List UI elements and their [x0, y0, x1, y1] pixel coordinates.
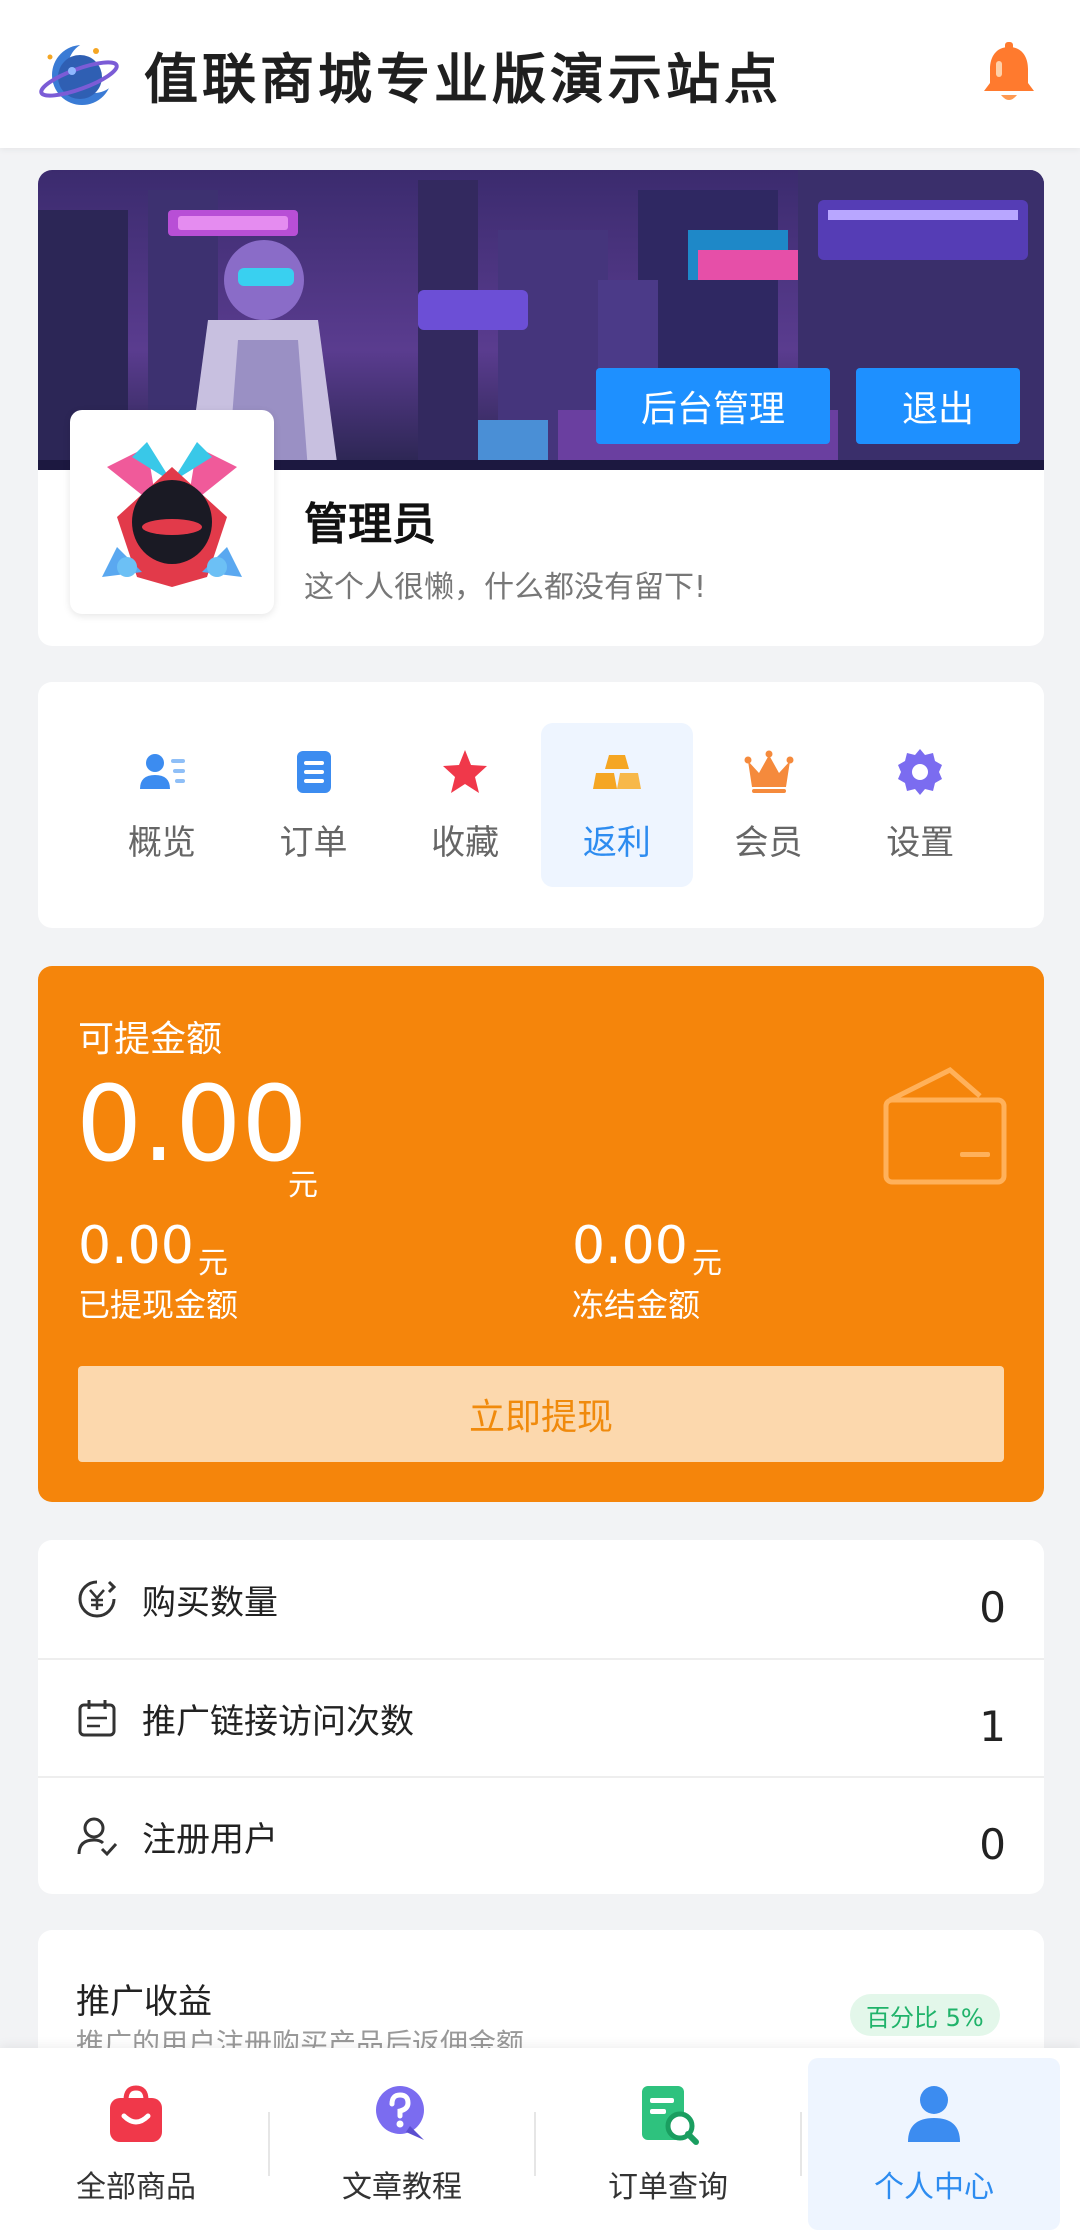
- gold-bars-icon: [592, 754, 641, 789]
- withdraw-now-button[interactable]: 立即提现: [78, 1366, 1004, 1462]
- app-header: 值联商城专业版演示站点: [0, 0, 1080, 148]
- tab-favorites[interactable]: 收藏: [389, 723, 541, 887]
- stat-row-purchases[interactable]: 购买数量 0: [38, 1540, 1044, 1658]
- frozen-label: 冻结金额: [572, 1286, 701, 1324]
- tab-overview[interactable]: 概览: [86, 723, 238, 887]
- stat-value: 0: [979, 1582, 1006, 1632]
- question-chat-icon: [376, 2086, 424, 2140]
- nav-label: 全部商品: [76, 2170, 196, 2205]
- tab-favorites-label: 收藏: [431, 822, 500, 863]
- document-icon: [296, 750, 331, 793]
- star-icon: [443, 749, 488, 793]
- nav-tutorials[interactable]: 文章教程: [276, 2058, 528, 2230]
- tab-orders[interactable]: 订单: [238, 723, 390, 887]
- person-icon: [908, 2086, 960, 2142]
- earnings-title: 推广收益: [76, 1982, 212, 2022]
- withdrawn-unit: 元: [198, 1246, 228, 1281]
- nav-label: 订单查询: [608, 2170, 728, 2205]
- balance-title: 可提金额: [78, 1019, 223, 1060]
- user-check-icon: [77, 1817, 118, 1857]
- tab-settings[interactable]: 设置: [844, 723, 996, 887]
- nav-divider: [534, 2112, 536, 2176]
- bell-icon[interactable]: [974, 39, 1044, 109]
- tab-membership[interactable]: 会员: [693, 723, 845, 887]
- stat-label: 推广链接访问次数: [142, 1701, 414, 1742]
- user-list-icon: [139, 753, 185, 789]
- hooded-robot-avatar-icon: [102, 442, 242, 587]
- balance-amount: 0.00: [76, 1063, 308, 1185]
- withdrawn-label: 已提现金额: [78, 1286, 239, 1324]
- bottom-navigation: 全部商品 文章教程 订单查询 个人中心: [0, 2048, 1080, 2240]
- balance-unit: 元: [288, 1168, 318, 1203]
- tab-orders-label: 订单: [279, 822, 348, 863]
- shopping-bag-icon: [110, 2085, 162, 2142]
- gear-icon: [898, 748, 943, 795]
- stat-value: 0: [979, 1819, 1006, 1869]
- tab-rebate[interactable]: 返利: [541, 723, 693, 887]
- nav-all-products[interactable]: 全部商品: [10, 2058, 262, 2230]
- nav-divider: [800, 2112, 802, 2176]
- promotion-stats-list: 购买数量 0 推广链接访问次数 1 注册用户 0: [38, 1540, 1044, 1894]
- nav-label: 个人中心: [874, 2170, 994, 2205]
- moon-planet-logo-icon[interactable]: [36, 31, 122, 117]
- tab-settings-label: 设置: [886, 822, 955, 863]
- frozen-unit: 元: [692, 1246, 722, 1281]
- tab-overview-label: 概览: [127, 822, 196, 863]
- withdrawn-amount: 0.00: [78, 1216, 194, 1276]
- stat-row-link-visits[interactable]: 推广链接访问次数 1: [38, 1658, 1044, 1776]
- logout-button[interactable]: 退出: [856, 368, 1020, 444]
- yen-circle-icon: [78, 1580, 117, 1618]
- nav-divider: [268, 2112, 270, 2176]
- stat-row-registered-users[interactable]: 注册用户 0: [38, 1776, 1044, 1894]
- crown-icon: [744, 750, 794, 793]
- frozen-amount: 0.00: [572, 1216, 688, 1276]
- stat-value: 1: [979, 1701, 1006, 1751]
- commission-rate-badge: 百分比 5%: [850, 1994, 1000, 2036]
- wallet-icon: [883, 1067, 1007, 1185]
- admin-panel-button[interactable]: 后台管理: [596, 368, 830, 444]
- nav-personal-center[interactable]: 个人中心: [808, 2058, 1060, 2230]
- stat-label: 注册用户: [142, 1819, 278, 1860]
- site-title: 值联商城专业版演示站点: [144, 47, 782, 111]
- tab-rebate-label: 返利: [582, 822, 651, 863]
- profile-card: 后台管理 退出 管理员 这个人很懒，什么都没有留下!: [38, 170, 1044, 646]
- order-search-icon: [642, 2086, 699, 2145]
- tab-membership-label: 会员: [734, 822, 803, 863]
- stat-label: 购买数量: [142, 1582, 278, 1623]
- username: 管理员: [304, 499, 436, 550]
- user-bio: 这个人很懒，什么都没有留下!: [304, 570, 707, 605]
- withdrawable-balance-card: 可提金额 0.00 元 0.00 元 已提现金额 0.00 元 冻结金额 立即提…: [38, 966, 1044, 1502]
- nav-order-lookup[interactable]: 订单查询: [542, 2058, 794, 2230]
- profile-tabs: 概览 订单 收藏 返利 会员 设置: [38, 682, 1044, 928]
- avatar[interactable]: [70, 410, 274, 614]
- calendar-icon: [78, 1700, 116, 1737]
- nav-label: 文章教程: [342, 2170, 462, 2205]
